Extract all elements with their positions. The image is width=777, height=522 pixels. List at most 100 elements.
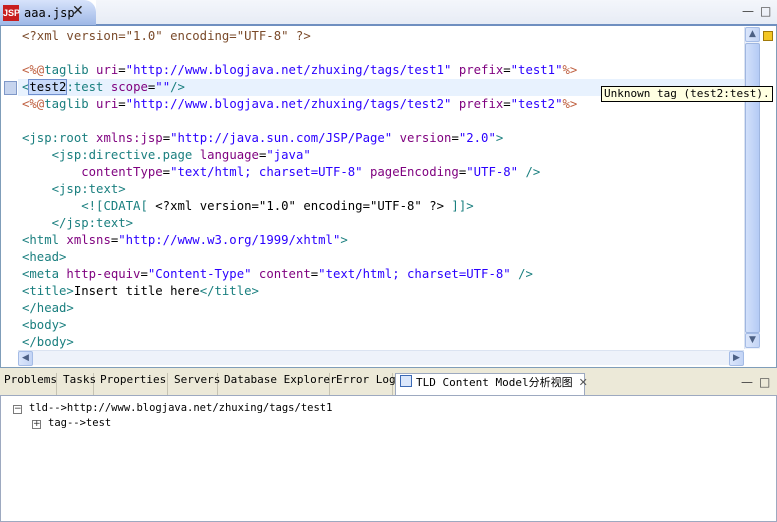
code-token: "" (155, 80, 171, 94)
code-token: ]]> (451, 199, 474, 213)
code-token: <![CDATA[ (81, 199, 148, 213)
code-token: taglib (44, 63, 97, 77)
code-token: /> (510, 267, 533, 281)
view-maximize-icon[interactable]: □ (759, 376, 771, 388)
code-line[interactable]: <meta http-equiv="Content-Type" content=… (22, 266, 533, 283)
code-token: "http://www.w3.org/1999/xhtml" (118, 233, 341, 247)
code-token: = (162, 131, 171, 145)
editor-tab-bar: JSP aaa.jsp ✕ — □ (0, 0, 777, 26)
code-token: <jsp:directive.page (51, 148, 200, 162)
view-tab-servers[interactable]: Servers (170, 373, 221, 395)
code-line[interactable]: <%@taglib uri="http://www.blogjava.net/z… (22, 96, 577, 113)
code-token: "UTF-8" (466, 165, 519, 179)
code-line[interactable]: <![CDATA[ <?xml version="1.0" encoding="… (22, 198, 474, 215)
code-token: scope (110, 80, 148, 94)
code-token: = (140, 267, 148, 281)
code-token: <head> (22, 250, 67, 264)
code-token: /> (170, 80, 185, 94)
code-token: "Content-Type" (147, 267, 252, 281)
code-token: <meta (22, 267, 67, 281)
close-icon[interactable]: ✕ (579, 376, 588, 389)
view-tab-label: Servers (174, 373, 221, 386)
view-tab-error-log[interactable]: Error Log (332, 373, 396, 395)
view-tab-problems[interactable]: Problems (0, 373, 57, 395)
code-line[interactable]: <title>Insert title here</title> (22, 283, 259, 300)
minimize-icon[interactable]: — (742, 5, 754, 17)
code-token: </title> (199, 284, 259, 298)
code-token: "http://www.blogjava.net/zhuxing/tags/te… (125, 97, 452, 111)
scroll-left-button[interactable]: ◀ (18, 351, 33, 366)
code-line[interactable]: <?xml version="1.0" encoding="UTF-8" ?> (22, 28, 311, 45)
code-line[interactable]: <test2:test scope=""/> (22, 79, 185, 96)
code-token: contentType (81, 165, 163, 179)
code-token: "text/html; charset=UTF-8" (318, 267, 511, 281)
code-token: </head> (22, 301, 74, 315)
close-icon[interactable]: ✕ (72, 3, 84, 19)
code-line[interactable]: <body> (22, 317, 66, 334)
code-token: <?xml version="1.0" encoding="UTF-8" ?> (22, 29, 311, 43)
scroll-down-button[interactable]: ▼ (745, 333, 760, 348)
code-token: taglib (44, 97, 97, 111)
expand-icon[interactable]: + (32, 420, 41, 429)
code-token: = (451, 131, 459, 145)
code-token: "test2" (510, 97, 563, 111)
warning-marker-icon[interactable] (763, 31, 773, 41)
view-minimize-icon[interactable]: — (741, 376, 753, 388)
code-line[interactable]: <jsp:directive.page language="java" (22, 147, 311, 164)
current-line-marker (4, 81, 17, 95)
view-tab-label: TLD Content Model分析视图 (416, 376, 573, 389)
code-token: Insert title here (73, 284, 200, 298)
tree-node[interactable]: tld-->http://www.blogjava.net/zhuxing/ta… (29, 402, 332, 416)
code-token: /> (518, 165, 541, 179)
code-token: %> (562, 63, 578, 77)
code-token: <jsp:text> (51, 182, 126, 196)
tld-content-model-view: − tld-->http://www.blogjava.net/zhuxing/t… (0, 396, 777, 522)
code-token: prefix (451, 63, 504, 77)
code-token: language (199, 148, 259, 162)
code-token: "http://www.blogjava.net/zhuxing/tags/te… (125, 63, 452, 77)
code-line[interactable]: contentType="text/html; charset=UTF-8" p… (22, 164, 540, 181)
code-line[interactable]: <%@taglib uri="http://www.blogjava.net/z… (22, 62, 577, 79)
code-token: "text/html; charset=UTF-8" (170, 165, 363, 179)
code-token: uri (96, 63, 119, 77)
view-tab-database-explorer[interactable]: Database Explorer (220, 373, 337, 395)
code-token: </jsp:text> (51, 216, 134, 230)
code-token: <title> (22, 284, 74, 298)
maximize-icon[interactable]: □ (760, 5, 772, 17)
code-token: > (495, 131, 504, 145)
code-line[interactable]: </jsp:text> (22, 215, 133, 232)
editor-tab-aaa-jsp[interactable]: JSP aaa.jsp ✕ (0, 0, 96, 25)
code-line[interactable]: <html xmlsns="http://www.w3.org/1999/xht… (22, 232, 348, 249)
scroll-right-button[interactable]: ▶ (729, 351, 744, 366)
code-token: "http://java.sun.com/JSP/Page" (170, 131, 393, 145)
code-token: test2 (28, 79, 68, 95)
overview-ruler (760, 27, 775, 365)
view-tab-label: Error Log (336, 373, 396, 386)
horizontal-scrollbar[interactable]: ◀ ▶ (18, 350, 744, 366)
scroll-up-button[interactable]: ▲ (745, 27, 760, 42)
code-token: <%@ (22, 97, 45, 111)
code-line[interactable]: <jsp:text> (22, 181, 126, 198)
collapse-icon[interactable]: − (13, 405, 22, 414)
code-token: version (392, 131, 452, 145)
tree-node[interactable]: tag-->test (48, 417, 111, 431)
view-tab-label: Problems (4, 373, 57, 386)
code-line[interactable]: </body> (22, 334, 74, 350)
code-token: <?xml version="1.0" encoding="UTF-8" ?> (147, 199, 452, 213)
code-line[interactable]: <jsp:root xmlns:jsp="http://java.sun.com… (22, 130, 503, 147)
code-token: uri (96, 97, 119, 111)
view-tab-tld-content-model[interactable]: TLD Content Model分析视图 ✕ (395, 373, 588, 395)
code-editor[interactable]: <?xml version="1.0" encoding="UTF-8" ?> <… (18, 27, 744, 350)
code-token: %> (562, 97, 578, 111)
vertical-scrollbar[interactable]: ▲ ▼ (744, 27, 760, 349)
editor-gutter (2, 27, 18, 365)
view-tab-properties[interactable]: Properties (96, 373, 168, 395)
code-token: <body> (22, 318, 67, 332)
code-token: = (118, 97, 126, 111)
view-tab-tasks[interactable]: Tasks (59, 373, 96, 395)
code-line[interactable]: </head> (22, 300, 74, 317)
code-token: http-equiv (66, 267, 141, 281)
view-tab-bar: — □ Problems Tasks Properties Servers Databa… (0, 372, 777, 396)
code-line[interactable]: <head> (22, 249, 66, 266)
